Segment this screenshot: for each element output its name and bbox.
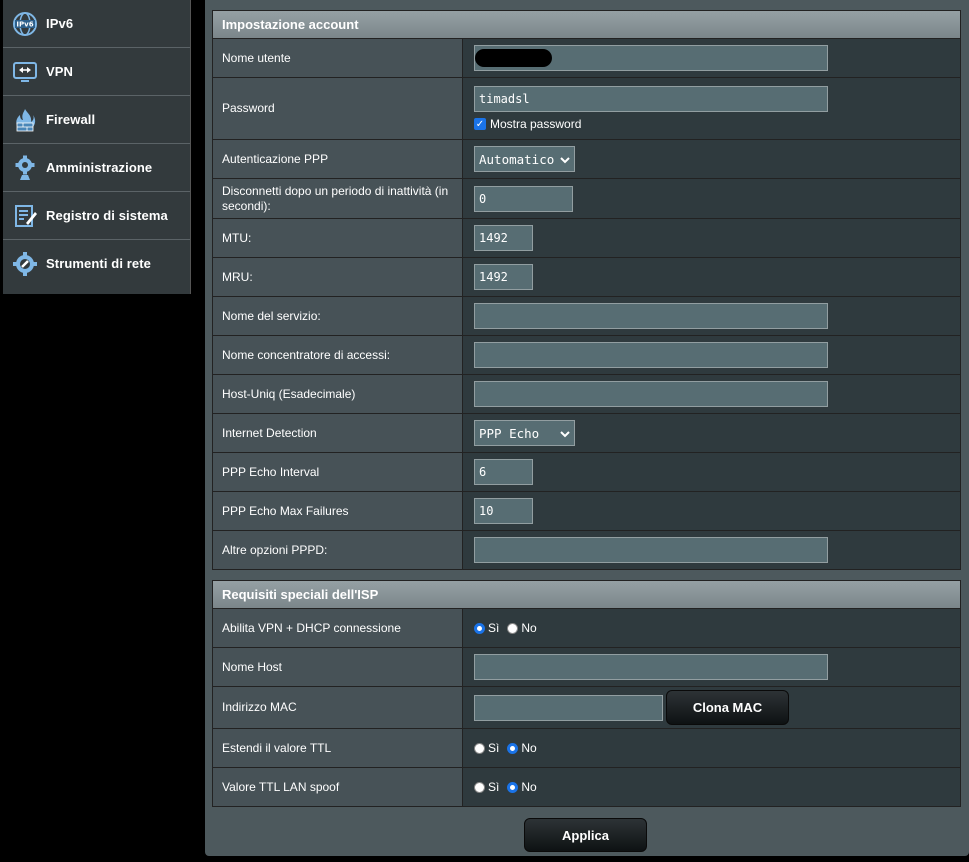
section-title: Impostazione account bbox=[213, 11, 960, 39]
ttl-yes-radio[interactable] bbox=[474, 742, 485, 754]
idle-row: Disconnetti dopo un periodo di inattivit… bbox=[213, 179, 960, 219]
ttl-spoof-row: Valore TTL LAN spoof Sì No bbox=[213, 768, 960, 806]
mru-row: MRU: 1492 bbox=[213, 258, 960, 297]
hostuniq-row: Host-Uniq (Esadecimale) bbox=[213, 375, 960, 414]
ttl-label: Estendi il valore TTL bbox=[213, 729, 463, 767]
hostuniq-label: Host-Uniq (Esadecimale) bbox=[213, 375, 463, 413]
mac-input[interactable] bbox=[474, 694, 663, 721]
mtu-label: MTU: bbox=[213, 219, 463, 257]
sidebar-item-label: Firewall bbox=[46, 112, 96, 127]
username-row: Nome utente bbox=[213, 39, 960, 78]
show-password-checkbox[interactable]: ✓ Mostra password bbox=[474, 117, 828, 131]
vpn-dhcp-yes-radio[interactable] bbox=[474, 622, 485, 634]
sidebar-item-label: Registro di sistema bbox=[46, 208, 168, 223]
sidebar-item-ipv6[interactable]: IPv6 IPv6 bbox=[3, 0, 190, 48]
ac-row: Nome concentratore di accessi: bbox=[213, 336, 960, 375]
detection-row: Internet Detection PPP Echo bbox=[213, 414, 960, 453]
ttl-no-radio[interactable] bbox=[507, 742, 519, 754]
hostuniq-input[interactable] bbox=[474, 381, 828, 407]
username-input[interactable] bbox=[474, 45, 828, 71]
hostname-row: Nome Host bbox=[213, 648, 960, 687]
mac-label: Indirizzo MAC bbox=[213, 687, 463, 728]
sidebar-item-label: Amministrazione bbox=[46, 160, 153, 175]
service-input[interactable] bbox=[474, 303, 828, 329]
checkmark-icon: ✓ bbox=[474, 118, 486, 130]
mtu-input[interactable]: 1492 bbox=[474, 225, 533, 251]
password-row: Password timadsl ✓ Mostra password bbox=[213, 78, 960, 140]
no-label: No bbox=[521, 780, 537, 794]
sidebar-item-firewall[interactable]: Firewall bbox=[3, 96, 190, 144]
sidebar-item-label: VPN bbox=[46, 64, 74, 79]
pppd-label: Altre opzioni PPPD: bbox=[213, 531, 463, 569]
show-password-label: Mostra password bbox=[490, 117, 582, 131]
idle-input[interactable]: 0 bbox=[474, 185, 573, 212]
service-label: Nome del servizio: bbox=[213, 297, 463, 335]
detection-select-value: PPP Echo bbox=[479, 425, 540, 441]
mtu-row: MTU: 1492 bbox=[213, 219, 960, 258]
echo-interval-label: PPP Echo Interval bbox=[213, 453, 463, 491]
chevron-down-icon bbox=[560, 426, 570, 441]
yes-label: Sì bbox=[488, 741, 500, 755]
detection-select[interactable]: PPP Echo bbox=[474, 420, 575, 446]
auth-select[interactable]: Automatico bbox=[474, 146, 575, 172]
svg-text:IPv6: IPv6 bbox=[16, 20, 33, 28]
vpn-dhcp-no-radio[interactable] bbox=[507, 622, 519, 634]
sidebar-item-label: IPv6 bbox=[46, 16, 74, 31]
sidebar-item-amministrazione[interactable]: Amministrazione bbox=[3, 144, 190, 192]
auth-select-value: Automatico bbox=[479, 151, 555, 167]
apply-button[interactable]: Applica bbox=[524, 818, 647, 852]
vpn-dhcp-label: Abilita VPN + DHCP connessione bbox=[213, 609, 463, 647]
ipv6-icon: IPv6 bbox=[11, 10, 39, 38]
section-title: Requisiti speciali dell'ISP bbox=[213, 581, 960, 609]
auth-row: Autenticazione PPP Automatico bbox=[213, 140, 960, 179]
vpn-icon bbox=[11, 58, 39, 86]
mru-label: MRU: bbox=[213, 258, 463, 296]
log-icon bbox=[11, 202, 39, 230]
network-tools-icon bbox=[11, 250, 39, 278]
ttl-spoof-no-radio[interactable] bbox=[507, 781, 519, 793]
clone-mac-button[interactable]: Clona MAC bbox=[666, 690, 789, 725]
ttl-spoof-yes-radio[interactable] bbox=[474, 781, 485, 793]
detection-label: Internet Detection bbox=[213, 414, 463, 452]
gear-icon bbox=[11, 154, 39, 182]
echo-fail-row: PPP Echo Max Failures 10 bbox=[213, 492, 960, 531]
pppd-input[interactable] bbox=[474, 537, 828, 563]
no-label: No bbox=[521, 741, 537, 755]
no-label: No bbox=[521, 621, 537, 635]
username-label: Nome utente bbox=[213, 39, 463, 77]
ttl-spoof-label: Valore TTL LAN spoof bbox=[213, 768, 463, 806]
yes-label: Sì bbox=[488, 621, 500, 635]
redacted-username bbox=[475, 49, 552, 67]
mru-input[interactable]: 1492 bbox=[474, 264, 533, 290]
firewall-icon bbox=[11, 106, 39, 134]
mac-row: Indirizzo MAC Clona MAC bbox=[213, 687, 960, 729]
echo-interval-row: PPP Echo Interval 6 bbox=[213, 453, 960, 492]
sidebar-item-label: Strumenti di rete bbox=[46, 256, 151, 271]
password-label: Password bbox=[213, 78, 463, 139]
isp-requirements-section: Requisiti speciali dell'ISP Abilita VPN … bbox=[212, 580, 961, 807]
account-settings-section: Impostazione account Nome utente Passwor… bbox=[212, 10, 961, 570]
echo-fail-input[interactable]: 10 bbox=[474, 498, 533, 524]
idle-label: Disconnetti dopo un periodo di inattivit… bbox=[213, 179, 463, 218]
ac-input[interactable] bbox=[474, 342, 828, 368]
sidebar-item-strumenti[interactable]: Strumenti di rete bbox=[3, 240, 190, 287]
chevron-down-icon bbox=[560, 152, 570, 167]
sidebar: IPv6 IPv6 VPN Firewall Amministrazione R… bbox=[3, 0, 191, 294]
ac-label: Nome concentratore di accessi: bbox=[213, 336, 463, 374]
sidebar-item-registro[interactable]: Registro di sistema bbox=[3, 192, 190, 240]
pppd-row: Altre opzioni PPPD: bbox=[213, 531, 960, 569]
vpn-dhcp-row: Abilita VPN + DHCP connessione Sì No bbox=[213, 609, 960, 648]
auth-label: Autenticazione PPP bbox=[213, 140, 463, 178]
sidebar-item-vpn[interactable]: VPN bbox=[3, 48, 190, 96]
echo-interval-input[interactable]: 6 bbox=[474, 459, 533, 485]
main-panel: Impostazione account Nome utente Passwor… bbox=[205, 0, 969, 856]
service-row: Nome del servizio: bbox=[213, 297, 960, 336]
echo-fail-label: PPP Echo Max Failures bbox=[213, 492, 463, 530]
ttl-row: Estendi il valore TTL Sì No bbox=[213, 729, 960, 768]
password-input[interactable]: timadsl bbox=[474, 86, 828, 112]
yes-label: Sì bbox=[488, 780, 500, 794]
hostname-label: Nome Host bbox=[213, 648, 463, 686]
hostname-input[interactable] bbox=[474, 654, 828, 680]
